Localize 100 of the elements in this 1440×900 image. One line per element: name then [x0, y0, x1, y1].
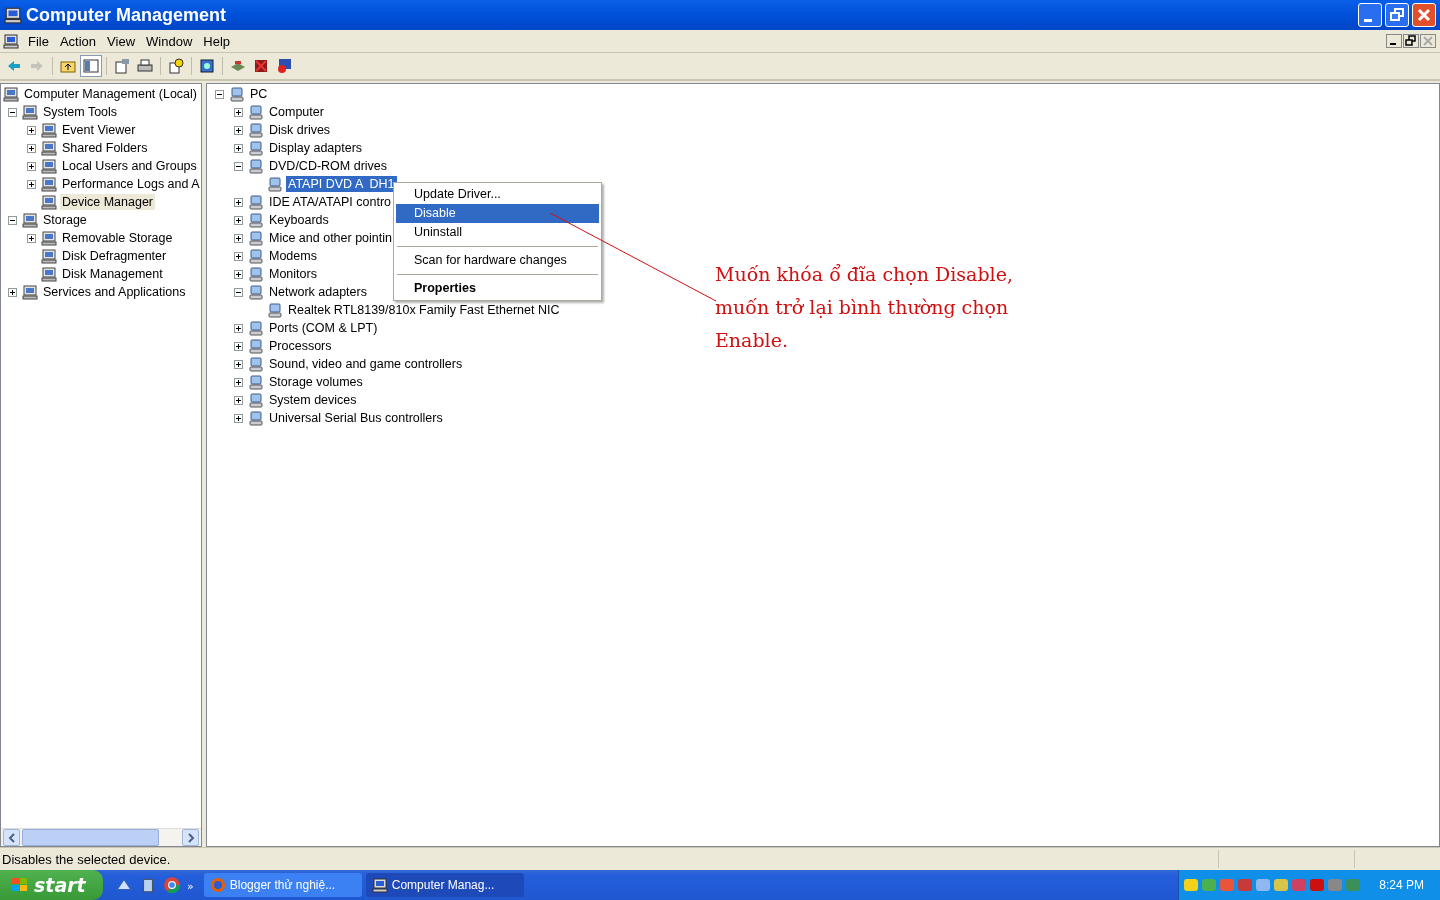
expander-toggle[interactable]	[234, 233, 243, 243]
tree-item[interactable]: Ports (COM & LPT)	[267, 320, 380, 336]
tree-item[interactable]: Disk drives	[267, 122, 333, 138]
tree-item[interactable]: Disk Management	[60, 266, 165, 282]
more-button[interactable]: »	[187, 880, 194, 893]
expander-toggle[interactable]	[27, 161, 36, 171]
tree-item[interactable]: Display adapters	[267, 140, 365, 156]
chevron-left-icon	[6, 832, 17, 843]
expander-toggle[interactable]	[234, 377, 243, 387]
annotation-text: Enable.	[715, 328, 789, 353]
menu-item[interactable]: Disable	[396, 204, 599, 223]
node-icon	[41, 122, 57, 138]
expander-toggle[interactable]	[234, 269, 243, 279]
tree-item[interactable]: IDE ATA/ATAPI contro	[267, 194, 394, 210]
expander-toggle[interactable]	[215, 89, 224, 99]
expander-toggle[interactable]	[27, 233, 36, 243]
expander-toggle[interactable]	[234, 341, 243, 351]
menu-item[interactable]: Help	[200, 33, 239, 49]
restore-button[interactable]	[1403, 34, 1419, 48]
node-icon	[41, 158, 57, 174]
back-arrow-icon	[6, 58, 22, 74]
horizontal-scrollbar[interactable]	[1, 828, 201, 846]
menu-item[interactable]: Update Driver...	[396, 185, 599, 204]
tree-item[interactable]: Realtek RTL8139/810x Family Fast Ethernet NIC	[286, 302, 562, 318]
expander-toggle[interactable]	[8, 287, 17, 297]
document-icon	[114, 58, 130, 74]
expander-toggle[interactable]	[234, 107, 243, 117]
tree-item[interactable]: Keyboards	[267, 212, 331, 228]
computer-icon	[3, 33, 19, 49]
tree-item[interactable]: Performance Logs and A	[60, 176, 202, 192]
tree-item[interactable]: Removable Storage	[60, 230, 175, 246]
expander-toggle[interactable]	[234, 287, 243, 297]
tree-item[interactable]: Network adapters	[267, 284, 369, 300]
window-title: Computer Management	[26, 4, 227, 26]
tree-item[interactable]: Computer Management (Local)	[22, 86, 199, 102]
expander-toggle[interactable]	[234, 215, 243, 225]
menu-item[interactable]: Uninstall	[396, 223, 599, 242]
forward-arrow-icon	[29, 58, 45, 74]
node-icon	[22, 104, 38, 120]
tree-item[interactable]: Shared Folders	[60, 140, 150, 156]
monitor-icon	[199, 58, 215, 74]
expander-toggle[interactable]	[234, 395, 243, 405]
taskbar-button[interactable]: Blogger thử nghiệ...	[203, 873, 362, 897]
tree-item[interactable]: ATAPI DVD A DH1	[286, 176, 397, 192]
cross-icon	[253, 58, 269, 74]
scroll-thumb[interactable]	[22, 829, 159, 846]
menu-item[interactable]: View	[104, 33, 144, 49]
show-tree-button[interactable]	[80, 55, 102, 77]
menu-item[interactable]: File	[25, 33, 57, 49]
tree-item[interactable]: Device Manager	[60, 194, 155, 210]
menu-item[interactable]: Properties	[396, 279, 599, 298]
expander-toggle[interactable]	[8, 215, 17, 225]
tree-item[interactable]: Disk Defragmenter	[60, 248, 169, 264]
tree-item[interactable]: Event Viewer	[60, 122, 138, 138]
tree-item[interactable]: Computer	[267, 104, 326, 120]
node-icon	[22, 284, 38, 300]
tree-item[interactable]: Sound, video and game controllers	[267, 356, 465, 372]
menu-item[interactable]: Window	[143, 33, 201, 49]
browser-icon[interactable]	[163, 876, 181, 894]
expander-toggle[interactable]	[234, 125, 243, 135]
tree-item[interactable]: Mice and other pointin	[267, 230, 394, 246]
expander-toggle[interactable]	[27, 143, 36, 153]
node-icon	[41, 248, 57, 264]
expander-toggle[interactable]	[234, 161, 243, 171]
tree-item[interactable]: Local Users and Groups	[60, 158, 199, 174]
tree-item[interactable]: Processors	[267, 338, 334, 354]
annotation-text: Muốn khóa ổ đĩa chọn Disable,	[715, 262, 1013, 287]
expander-toggle[interactable]	[234, 143, 243, 153]
scroll-right-button[interactable]	[182, 829, 199, 846]
panel-icon	[83, 58, 99, 74]
tree-item[interactable]: Services and Applications	[41, 284, 188, 300]
computer-icon	[371, 877, 388, 893]
tree-item[interactable]: Storage volumes	[267, 374, 365, 390]
tree-item[interactable]: Monitors	[267, 266, 319, 282]
scroll-left-button[interactable]	[3, 829, 20, 846]
tree-item[interactable]: PC	[248, 86, 270, 102]
node-icon	[41, 176, 57, 192]
node-icon	[41, 140, 57, 156]
expander-toggle[interactable]	[8, 107, 17, 117]
taskbar-button[interactable]: Computer Manag...	[365, 873, 524, 897]
tree-item[interactable]: Modems	[267, 248, 319, 264]
tree-item[interactable]: System Tools	[41, 104, 120, 120]
tree-item[interactable]: Universal Serial Bus controllers	[267, 410, 445, 426]
expander-toggle[interactable]	[27, 125, 36, 135]
expander-toggle[interactable]	[234, 251, 243, 261]
annotation-text: muốn trở lại bình thường chọn	[715, 295, 1010, 320]
tree-item[interactable]: System devices	[267, 392, 359, 408]
minimize-button[interactable]	[1386, 34, 1402, 48]
expander-toggle[interactable]	[234, 413, 243, 423]
expander-toggle[interactable]	[27, 179, 36, 189]
close-icon	[1422, 35, 1434, 47]
chevron-right-icon	[185, 832, 196, 843]
expander-toggle[interactable]	[234, 197, 243, 207]
tree-item[interactable]: DVD/CD-ROM drives	[267, 158, 390, 174]
tree-item[interactable]: Storage	[41, 212, 89, 228]
expander-toggle[interactable]	[234, 323, 243, 333]
status-text: Disables the selected device.	[1, 851, 172, 867]
menu-item[interactable]: Action	[56, 33, 105, 49]
expander-toggle[interactable]	[234, 359, 243, 369]
menu-item[interactable]: Scan for hardware changes	[396, 251, 599, 270]
